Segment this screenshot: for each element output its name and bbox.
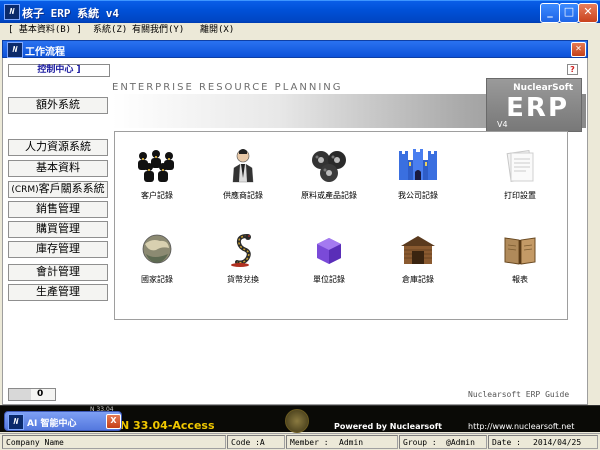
snake-currency-icon <box>231 234 251 267</box>
sidebar-item-crm-label: 客戶關系系統 <box>38 182 105 195</box>
website-link[interactable]: http://www.nuclearsoft.net <box>468 422 574 431</box>
zoom-slider-track[interactable] <box>9 389 31 400</box>
status-code: Code :A <box>227 435 285 449</box>
status-group-label: Group : <box>403 438 437 447</box>
logo-product: ERP <box>506 93 569 123</box>
menu-system[interactable]: 系統(Z) <box>93 23 127 38</box>
module-print-settings[interactable]: 打印設置 <box>490 148 550 201</box>
status-bar: Company Name Code :A Member : Admin Grou… <box>0 433 600 450</box>
app-logo-icon: N <box>4 4 20 20</box>
globe-icon <box>142 234 172 264</box>
sidebar-item-crm-prefix: (CRM) <box>11 185 39 195</box>
status-date-label: Date : <box>492 438 521 447</box>
sidebar-item-production[interactable]: 生產管理 <box>8 284 108 301</box>
powered-by: Powered by Nuclearsoft <box>334 422 442 431</box>
warehouse-icon <box>401 236 435 264</box>
book-report-icon <box>504 237 536 265</box>
maximize-button[interactable]: □ <box>559 3 579 23</box>
workflow-close-button[interactable]: ✕ <box>571 42 586 57</box>
module-label: 客户記錄 <box>141 191 173 200</box>
nuclearsoft-emblem-icon <box>285 409 309 433</box>
ai-center-label: AI 智能中心 <box>27 419 77 429</box>
status-member-label: Member : <box>290 438 329 447</box>
status-group: Group : @Admin <box>399 435 487 449</box>
sidebar-item-hr[interactable]: 人力資源系統 <box>8 139 108 156</box>
module-label: 貨幣兌換 <box>227 275 259 284</box>
module-warehouse-records[interactable]: 倉庫記錄 <box>388 232 448 285</box>
module-grid: 客户記錄 供應商記錄 原料或產品記錄 我公司記錄 打印設置 國家記錄 貨幣兌換 … <box>114 131 568 320</box>
module-label: 我公司記錄 <box>398 191 438 200</box>
workflow-window-title: 工作流程 <box>25 47 65 58</box>
erp-guide-link[interactable]: Nuclearsoft ERP Guide <box>468 390 569 399</box>
module-label: 國家記錄 <box>141 275 173 284</box>
window-title: 核子 ERP 系統 v4 <box>22 7 119 20</box>
module-label: 倉庫記錄 <box>402 275 434 284</box>
sidebar-item-inventory[interactable]: 庫存管理 <box>8 241 108 258</box>
module-company-records[interactable]: 我公司記錄 <box>388 148 448 201</box>
status-group-value: @Admin <box>446 438 475 447</box>
status-member-value: Admin <box>339 438 364 447</box>
cube-icon <box>317 238 341 264</box>
zoom-control[interactable]: 0 <box>8 388 56 401</box>
status-company: Company Name <box>2 435 226 449</box>
help-icon[interactable]: ? <box>567 64 578 75</box>
sidebar-item-accounting[interactable]: 會計管理 <box>8 264 108 281</box>
zoom-value: 0 <box>37 389 44 399</box>
sidebar-item-basic-data[interactable]: 基本資料 <box>8 160 108 177</box>
document-print-icon <box>506 150 534 182</box>
minimize-button[interactable]: _ <box>540 3 560 23</box>
sidebar-item-crm[interactable]: (CRM)客戶關系系統 <box>8 181 108 198</box>
module-label: 單位記錄 <box>313 275 345 284</box>
module-customer-records[interactable]: 客户記錄 <box>127 148 187 201</box>
ai-center-popup[interactable]: N AI 智能中心 X <box>4 411 122 431</box>
sidebar-item-sales[interactable]: 銷售管理 <box>8 201 108 218</box>
module-currency-exchange[interactable]: 貨幣兌換 <box>213 232 273 285</box>
module-material-product-records[interactable]: 原料或產品記錄 <box>299 148 359 201</box>
status-date: Date : 2014/04/25 <box>488 435 598 449</box>
window-icon: N <box>7 42 23 58</box>
castle-icon <box>399 149 437 180</box>
version-text: N 33.04-Access <box>120 419 215 432</box>
status-member: Member : Admin <box>286 435 398 449</box>
module-unit-records[interactable]: 單位記錄 <box>299 232 359 285</box>
module-supplier-records[interactable]: 供應商記錄 <box>213 148 273 201</box>
module-label: 原料或產品記錄 <box>301 191 357 200</box>
menu-exit[interactable]: 離開(X) <box>200 23 234 38</box>
banner-title: ENTERPRISE RESOURCE PLANNING <box>112 82 343 93</box>
close-button[interactable]: ✕ <box>578 3 598 23</box>
person-suit-icon <box>232 149 254 183</box>
people-group-icon <box>138 150 174 182</box>
logo-brand: NuclearSoft <box>513 83 573 93</box>
module-label: 供應商記錄 <box>223 191 263 200</box>
workflow-window-titlebar[interactable]: N 工作流程 ✕ <box>2 40 588 58</box>
module-label: 打印設置 <box>504 191 536 200</box>
film-reels-icon <box>312 151 346 182</box>
menu-bar: [ 基本資料(B) ] 系統(Z) 有關我們(Y) 離開(X) <box>0 23 600 38</box>
module-country-records[interactable]: 國家記錄 <box>127 232 187 285</box>
ai-close-button[interactable]: X <box>106 414 121 429</box>
control-center-tab[interactable]: 控制中心 ] <box>8 64 110 77</box>
erp-logo: NuclearSoft ERP V4 <box>486 78 582 132</box>
sidebar-extra-system[interactable]: 額外系統 <box>8 97 108 114</box>
sidebar-item-purchase[interactable]: 購買管理 <box>8 221 108 238</box>
module-reports[interactable]: 報表 <box>490 232 550 285</box>
menu-about-us[interactable]: 有關我們(Y) <box>132 23 184 38</box>
menu-basic-data[interactable]: [ 基本資料(B) ] <box>8 23 82 38</box>
ai-icon: N <box>8 414 24 430</box>
window-titlebar[interactable]: N 核子 ERP 系統 v4 _ □ ✕ <box>0 0 600 23</box>
module-label: 報表 <box>512 275 528 284</box>
status-date-value: 2014/04/25 <box>533 438 582 447</box>
logo-version: V4 <box>497 120 508 129</box>
